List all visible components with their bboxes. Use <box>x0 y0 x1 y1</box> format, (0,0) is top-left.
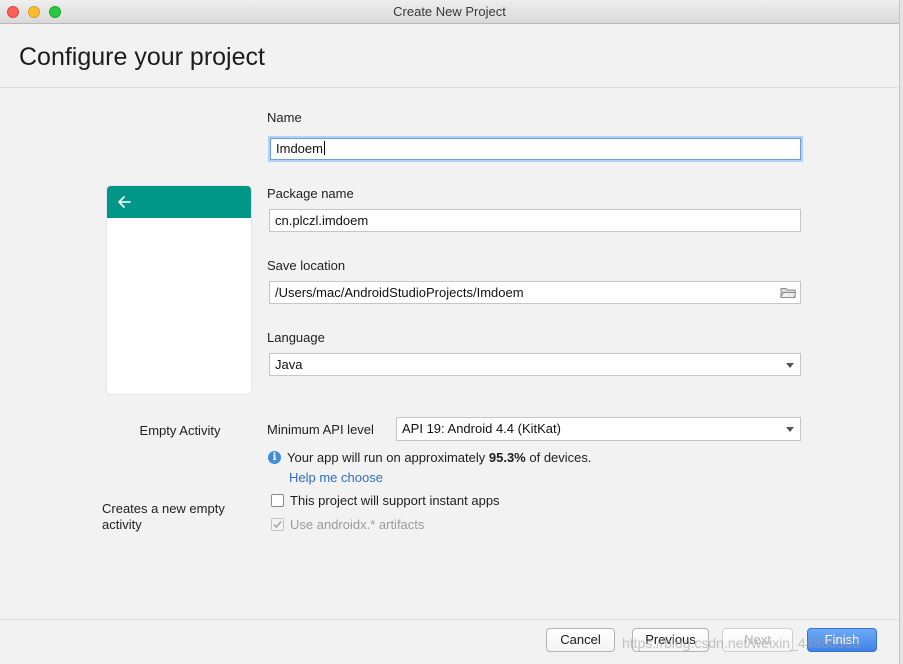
name-input[interactable]: Imdoem <box>270 138 801 160</box>
min-api-select[interactable]: API 19: Android 4.4 (KitKat) <box>396 417 801 441</box>
api-coverage-text: Your app will run on approximately 95.3%… <box>287 450 592 466</box>
language-value: Java <box>275 357 303 372</box>
help-me-choose-link[interactable]: Help me choose <box>289 470 383 485</box>
package-name-value: cn.plczl.imdoem <box>275 213 369 228</box>
info-icon: i <box>268 451 281 464</box>
language-select[interactable]: Java <box>269 353 801 376</box>
min-api-value: API 19: Android 4.4 (KitKat) <box>402 421 561 436</box>
instant-apps-label[interactable]: This project will support instant apps <box>290 493 500 509</box>
wizard-header: Configure your project <box>0 24 899 88</box>
activity-description: Creates a new empty activity <box>102 501 225 532</box>
checkmark-icon <box>273 520 282 529</box>
text-caret <box>323 141 325 155</box>
page-title: Configure your project <box>19 43 265 71</box>
button-bar-divider <box>0 619 899 620</box>
activity-name: Empty Activity <box>139 423 221 438</box>
api-coverage-percent: 95.3% <box>488 450 526 465</box>
api-coverage-suffix: of devices. <box>529 450 592 465</box>
save-location-label: Save location <box>267 258 346 273</box>
api-coverage-prefix: Your app will run on approximately <box>287 450 486 465</box>
cancel-button[interactable]: Cancel <box>546 628 615 652</box>
name-label: Name <box>267 110 302 125</box>
package-name-label: Package name <box>267 186 354 201</box>
save-location-value: /Users/mac/AndroidStudioProjects/Imdoem <box>275 285 524 300</box>
create-project-window: Create New Project Configure your projec… <box>0 0 900 664</box>
previous-button[interactable]: Previous <box>632 628 709 652</box>
androidx-label: Use androidx.* artifacts <box>290 517 425 532</box>
instant-apps-checkbox[interactable] <box>271 494 284 507</box>
min-api-label: Minimum API level <box>267 422 374 437</box>
folder-icon[interactable] <box>780 286 796 299</box>
activity-preview <box>107 186 251 394</box>
save-location-input[interactable]: /Users/mac/AndroidStudioProjects/Imdoem <box>269 281 801 304</box>
chevron-down-icon <box>786 363 794 368</box>
name-value: Imdoem <box>276 141 323 156</box>
arrow-left-icon <box>118 196 131 208</box>
androidx-checkbox <box>271 518 284 531</box>
next-button: Next <box>722 628 793 652</box>
chevron-down-icon <box>786 427 794 432</box>
finish-button[interactable]: Finish <box>807 628 877 652</box>
package-name-input[interactable]: cn.plczl.imdoem <box>269 209 801 232</box>
language-label: Language <box>267 330 325 345</box>
window-title: Create New Project <box>393 4 506 19</box>
preview-app-bar <box>107 186 251 218</box>
title-bar: Create New Project <box>0 0 899 24</box>
